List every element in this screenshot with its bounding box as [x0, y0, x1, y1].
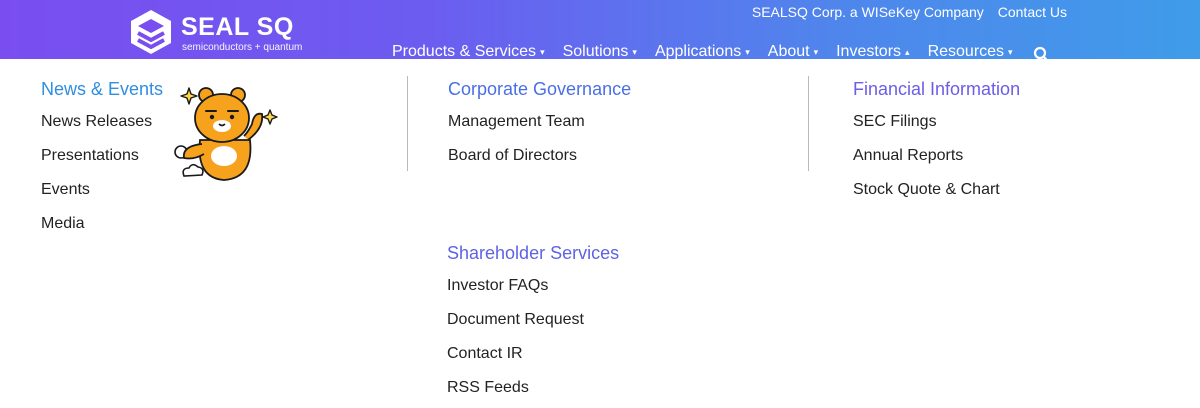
menu-column-news-events: News & Events News Releases Presentation… [41, 78, 163, 236]
site-header: SEAL SQ semiconductors + quantum SEALSQ … [0, 0, 1200, 63]
menu-column-financial-information: Financial Information SEC Filings Annual… [853, 78, 1020, 202]
menu-link-annual-reports[interactable]: Annual Reports [853, 134, 1020, 168]
menu-column-shareholder-services: Shareholder Services Investor FAQs Docum… [447, 242, 619, 400]
nav-label: Products & Services [392, 43, 537, 60]
parent-company-link[interactable]: SEALSQ Corp. a WISeKey Company [752, 4, 984, 20]
menu-link-investor-faqs[interactable]: Investor FAQs [447, 264, 619, 298]
main-nav: Products & Services ▾ Solutions ▾ Applic… [392, 40, 1049, 64]
menu-link-media[interactable]: Media [41, 202, 163, 236]
nav-label: Applications [654, 43, 742, 60]
logo-wordmark: SEAL SQ [181, 13, 294, 41]
nav-applications[interactable]: Applications ▾ [655, 42, 750, 62]
menu-column-corporate-governance: Corporate Governance Management Team Boa… [448, 78, 631, 168]
bear-mascot-sticker [174, 87, 278, 181]
chevron-down-icon: ▾ [745, 47, 750, 57]
menu-link-presentations[interactable]: Presentations [41, 134, 163, 168]
chevron-up-icon: ▴ [905, 47, 910, 57]
shareholder-services-heading[interactable]: Shareholder Services [447, 242, 619, 264]
menu-link-management-team[interactable]: Management Team [448, 100, 631, 134]
nav-label: Investors [836, 43, 902, 60]
utility-links: SEALSQ Corp. a WISeKey Company Contact U… [752, 4, 1067, 20]
menu-link-stock-quote-chart[interactable]: Stock Quote & Chart [853, 168, 1020, 202]
chevron-down-icon: ▾ [632, 47, 637, 57]
news-events-heading[interactable]: News & Events [41, 78, 163, 100]
logo-tagline: semiconductors + quantum [182, 42, 303, 53]
nav-label: About [767, 43, 810, 60]
nav-label: Resources [927, 43, 1005, 60]
menu-link-contact-ir[interactable]: Contact IR [447, 332, 619, 366]
nav-investors[interactable]: Investors ▴ [836, 42, 909, 62]
menu-link-document-request[interactable]: Document Request [447, 298, 619, 332]
sealsq-logo[interactable]: SEAL SQ semiconductors + quantum [128, 9, 328, 55]
nav-about[interactable]: About ▾ [768, 42, 818, 62]
menu-link-sec-filings[interactable]: SEC Filings [853, 100, 1020, 134]
column-divider [407, 76, 408, 171]
chevron-down-icon: ▾ [813, 47, 819, 57]
menu-link-rss-feeds[interactable]: RSS Feeds [447, 366, 619, 400]
chevron-down-icon: ▾ [540, 47, 545, 57]
nav-solutions[interactable]: Solutions ▾ [563, 42, 637, 62]
menu-link-board-of-directors[interactable]: Board of Directors [448, 134, 631, 168]
search-icon[interactable] [1033, 46, 1049, 64]
financial-information-heading[interactable]: Financial Information [853, 78, 1020, 100]
menu-link-events[interactable]: Events [41, 168, 163, 202]
column-divider [808, 76, 809, 171]
corporate-governance-heading[interactable]: Corporate Governance [448, 78, 631, 100]
nav-products-services[interactable]: Products & Services ▾ [392, 42, 545, 62]
sealsq-logo-icon [131, 10, 171, 54]
nav-resources[interactable]: Resources ▾ [928, 42, 1013, 62]
menu-link-news-releases[interactable]: News Releases [41, 100, 163, 134]
contact-us-link[interactable]: Contact Us [998, 4, 1067, 20]
nav-label: Solutions [562, 43, 629, 60]
chevron-down-icon: ▾ [1008, 47, 1013, 57]
